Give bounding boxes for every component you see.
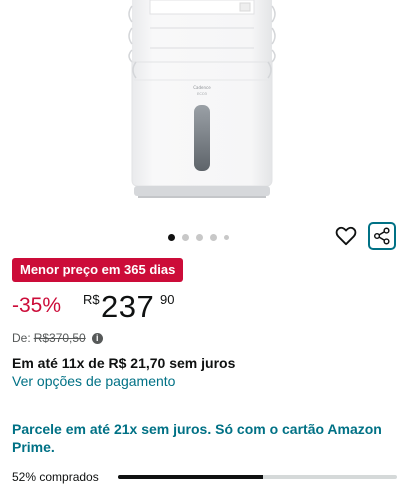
share-button[interactable] bbox=[368, 222, 396, 250]
deal-badge: Menor preço em 365 dias bbox=[12, 258, 184, 282]
prime-card-promo-link[interactable]: Parcele em até 21x sem juros. Só com o c… bbox=[12, 420, 397, 456]
heart-icon bbox=[335, 226, 357, 246]
list-price: De: R$370,50 i bbox=[12, 331, 103, 345]
wishlist-button[interactable] bbox=[333, 224, 359, 248]
discount-percentage: -35% bbox=[12, 294, 62, 317]
air-cooler-image: Cadence ECO3 bbox=[128, 0, 276, 198]
list-price-value: R$370,50 bbox=[33, 331, 86, 345]
list-price-label: De: bbox=[12, 331, 31, 345]
bought-bar-track bbox=[118, 475, 397, 479]
info-icon[interactable]: i bbox=[91, 332, 103, 344]
bought-progress: 52% comprados bbox=[12, 470, 397, 484]
carousel-dot-5[interactable] bbox=[224, 234, 229, 240]
price-whole: 237 bbox=[101, 289, 155, 324]
bought-label: 52% comprados bbox=[12, 470, 99, 484]
price-currency: R$ bbox=[83, 292, 100, 307]
carousel-indicator[interactable] bbox=[168, 231, 229, 243]
installments-text: Em até 11x de R$ 21,70 sem juros bbox=[12, 355, 236, 371]
brand-text: Cadence bbox=[193, 85, 211, 90]
share-icon bbox=[373, 227, 390, 245]
product-image[interactable]: Cadence ECO3 bbox=[0, 0, 405, 222]
price-fraction: 90 bbox=[160, 292, 175, 307]
carousel-dot-4[interactable] bbox=[210, 233, 217, 241]
water-level-window bbox=[194, 105, 210, 171]
carousel-dot-2[interactable] bbox=[182, 233, 189, 241]
carousel-dot-3[interactable] bbox=[196, 233, 203, 241]
payment-options-link[interactable]: Ver opções de pagamento bbox=[12, 373, 175, 389]
carousel-dot-1[interactable] bbox=[168, 233, 175, 241]
model-text: ECO3 bbox=[197, 92, 207, 96]
bought-bar-fill bbox=[118, 475, 264, 479]
